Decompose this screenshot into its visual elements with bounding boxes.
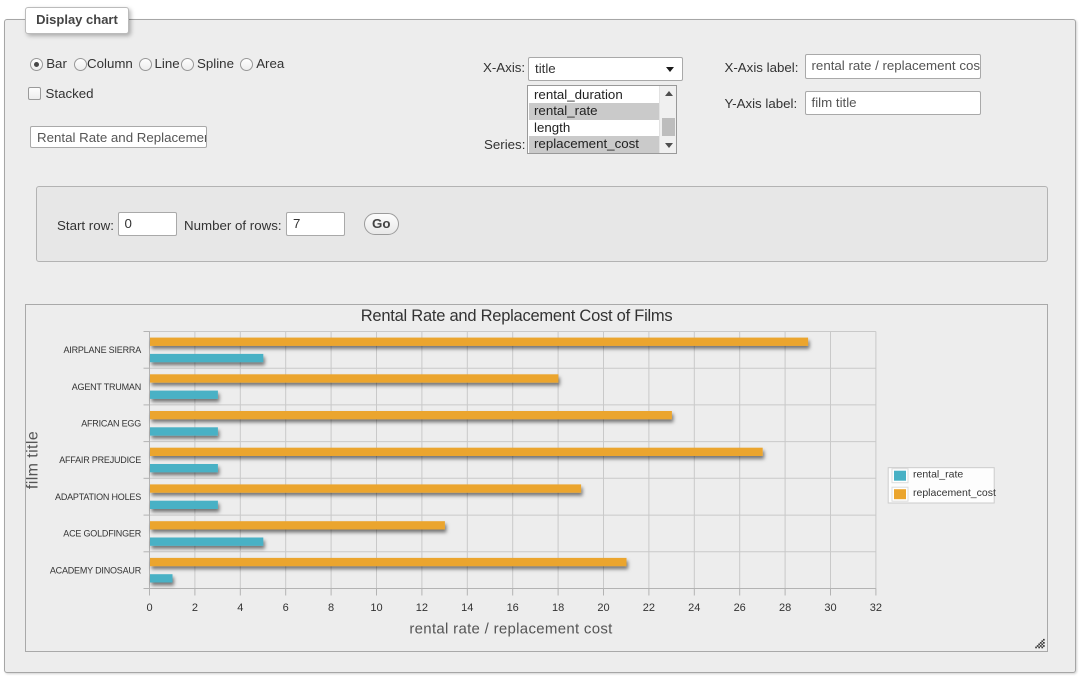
svg-text:film title: film title xyxy=(26,430,42,488)
svg-text:32: 32 xyxy=(870,602,882,614)
svg-text:ACADEMY DINOSAUR: ACADEMY DINOSAUR xyxy=(50,565,142,575)
svg-text:Rental Rate and Replacement Co: Rental Rate and Replacement Cost of Film… xyxy=(361,307,673,325)
svg-text:AGENT TRUMAN: AGENT TRUMAN xyxy=(72,381,141,391)
svg-text:20: 20 xyxy=(597,602,609,614)
svg-text:AFFAIR PREJUDICE: AFFAIR PREJUDICE xyxy=(59,455,141,465)
svg-text:rental_rate: rental_rate xyxy=(913,468,963,480)
svg-text:6: 6 xyxy=(283,602,289,614)
svg-text:26: 26 xyxy=(734,602,746,614)
svg-text:AIRPLANE SIERRA: AIRPLANE SIERRA xyxy=(63,345,141,355)
svg-text:22: 22 xyxy=(643,602,655,614)
svg-text:16: 16 xyxy=(507,602,519,614)
svg-text:rental rate / replacement cost: rental rate / replacement cost xyxy=(409,620,613,637)
svg-text:4: 4 xyxy=(237,602,243,614)
svg-text:AFRICAN EGG: AFRICAN EGG xyxy=(81,418,141,428)
svg-text:18: 18 xyxy=(552,602,564,614)
svg-text:10: 10 xyxy=(370,602,382,614)
svg-text:0: 0 xyxy=(146,602,152,614)
svg-text:8: 8 xyxy=(328,602,334,614)
svg-text:ADAPTATION HOLES: ADAPTATION HOLES xyxy=(55,491,141,501)
svg-text:replacement_cost: replacement_cost xyxy=(913,487,996,499)
svg-text:12: 12 xyxy=(416,602,428,614)
svg-text:28: 28 xyxy=(779,602,791,614)
svg-text:24: 24 xyxy=(688,602,700,614)
svg-text:30: 30 xyxy=(824,602,836,614)
svg-text:2: 2 xyxy=(192,602,198,614)
svg-text:14: 14 xyxy=(461,602,473,614)
svg-text:ACE GOLDFINGER: ACE GOLDFINGER xyxy=(63,528,141,538)
